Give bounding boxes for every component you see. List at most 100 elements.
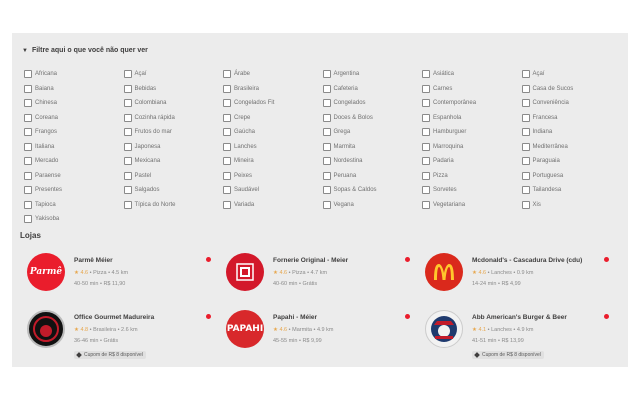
filter-option[interactable]: Padaria [422, 154, 522, 169]
store-card[interactable]: Parmê Parmê Méier ★ 4.6 • Pizza • 4.5 km… [24, 253, 223, 310]
filter-option[interactable]: Mercado [24, 154, 124, 169]
filter-option[interactable]: Cafeteria [322, 82, 423, 97]
filter-option[interactable]: Mineira [223, 154, 323, 169]
checkbox[interactable] [123, 171, 132, 180]
filter-option[interactable]: Tailandesa [521, 183, 622, 198]
filter-option[interactable]: Brasileira [223, 82, 323, 97]
checkbox[interactable] [322, 142, 331, 151]
checkbox[interactable] [521, 142, 530, 151]
checkbox[interactable] [521, 157, 530, 166]
checkbox[interactable] [422, 99, 430, 108]
checkbox[interactable] [322, 157, 331, 166]
filter-option[interactable]: Marmita [322, 140, 423, 155]
checkbox[interactable] [223, 171, 231, 180]
filter-option[interactable]: Sopas & Caldos [322, 183, 423, 198]
filter-option[interactable]: Paraguaia [521, 154, 622, 169]
filter-option[interactable]: Casa de Sucos [521, 82, 622, 97]
filter-option[interactable]: Chinesa [24, 96, 124, 111]
coupon-badge[interactable]: Cupom de R$ 8 disponível [74, 351, 146, 359]
checkbox[interactable] [223, 157, 231, 166]
filter-option[interactable]: Francesa [521, 111, 622, 126]
coupon-badge[interactable]: Cupom de R$ 8 disponível [472, 351, 544, 359]
checkbox[interactable] [521, 84, 530, 93]
checkbox[interactable] [123, 128, 132, 137]
store-card[interactable]: PAPAHI Papahi - Méier ★ 4.6 • Marmita • … [223, 310, 422, 367]
checkbox[interactable] [223, 186, 231, 195]
checkbox[interactable] [24, 171, 32, 180]
filter-option[interactable]: Salgados [123, 183, 224, 198]
filter-option[interactable]: Lanches [223, 140, 323, 155]
checkbox[interactable] [123, 99, 132, 108]
filter-option[interactable]: Xis [521, 198, 622, 213]
filter-option[interactable]: Colombiana [123, 96, 224, 111]
filter-toggle[interactable]: ▼ Filtre aqui o que você não quer ver [22, 47, 148, 54]
favorite-icon[interactable] [206, 314, 211, 319]
checkbox[interactable] [521, 171, 530, 180]
checkbox[interactable] [24, 99, 32, 108]
checkbox[interactable] [24, 142, 32, 151]
filter-option[interactable]: Gaúcha [223, 125, 323, 140]
checkbox[interactable] [24, 128, 32, 137]
checkbox[interactable] [322, 171, 331, 180]
favorite-icon[interactable] [405, 314, 410, 319]
checkbox[interactable] [223, 128, 231, 137]
checkbox[interactable] [322, 70, 331, 79]
filter-option[interactable]: Nordestina [322, 154, 423, 169]
checkbox[interactable] [422, 157, 430, 166]
checkbox[interactable] [223, 200, 231, 209]
checkbox[interactable] [521, 113, 530, 122]
checkbox[interactable] [521, 186, 530, 195]
filter-option[interactable]: Açaí [521, 67, 622, 82]
filter-option[interactable]: Açaí [123, 67, 224, 82]
filter-option[interactable]: Mexicana [123, 154, 224, 169]
filter-option[interactable]: Espanhola [422, 111, 522, 126]
filter-option[interactable]: Congelados Fit [223, 96, 323, 111]
checkbox[interactable] [322, 84, 331, 93]
checkbox[interactable] [223, 70, 231, 79]
checkbox[interactable] [422, 200, 430, 209]
filter-option[interactable]: Yakisoba [24, 212, 124, 227]
store-card[interactable]: Office Gourmet Madureira ★ 4.8 • Brasile… [24, 310, 223, 367]
checkbox[interactable] [422, 128, 430, 137]
filter-option[interactable]: Bebidas [123, 82, 224, 97]
filter-option[interactable]: Variada [223, 198, 323, 213]
filter-option[interactable]: Saudável [223, 183, 323, 198]
store-card[interactable]: Fornerie Original - Meier ★ 4.6 • Pizza … [223, 253, 422, 310]
checkbox[interactable] [123, 142, 132, 151]
filter-option[interactable]: Presentes [24, 183, 124, 198]
checkbox[interactable] [422, 186, 430, 195]
favorite-icon[interactable] [405, 257, 410, 262]
checkbox[interactable] [422, 84, 430, 93]
checkbox[interactable] [223, 142, 231, 151]
filter-option[interactable]: Vegana [322, 198, 423, 213]
checkbox[interactable] [24, 186, 32, 195]
checkbox[interactable] [521, 200, 530, 209]
filter-option[interactable]: Crepe [223, 111, 323, 126]
checkbox[interactable] [322, 128, 331, 137]
filter-option[interactable]: Cozinha rápida [123, 111, 224, 126]
checkbox[interactable] [521, 99, 530, 108]
checkbox[interactable] [422, 142, 430, 151]
filter-option[interactable]: Frutos do mar [123, 125, 224, 140]
filter-option[interactable]: Frangos [24, 125, 124, 140]
checkbox[interactable] [123, 186, 132, 195]
checkbox[interactable] [223, 99, 231, 108]
checkbox[interactable] [322, 113, 331, 122]
filter-option[interactable]: Contemporânea [422, 96, 522, 111]
checkbox[interactable] [24, 157, 32, 166]
filter-option[interactable]: Marroquina [422, 140, 522, 155]
filter-option[interactable]: Peixes [223, 169, 323, 184]
checkbox[interactable] [322, 200, 331, 209]
checkbox[interactable] [24, 215, 32, 224]
checkbox[interactable] [223, 113, 231, 122]
checkbox[interactable] [24, 70, 32, 79]
checkbox[interactable] [123, 70, 132, 79]
filter-option[interactable]: Asiática [422, 67, 522, 82]
filter-option[interactable]: Portuguesa [521, 169, 622, 184]
checkbox[interactable] [422, 70, 430, 79]
store-card[interactable]: Abb American's Burger & Beer ★ 4.1 • Lan… [422, 310, 621, 367]
filter-option[interactable]: Tapioca [24, 198, 124, 213]
filter-option[interactable]: Peruana [322, 169, 423, 184]
filter-option[interactable]: Pastel [123, 169, 224, 184]
filter-option[interactable]: Doces & Bolos [322, 111, 423, 126]
